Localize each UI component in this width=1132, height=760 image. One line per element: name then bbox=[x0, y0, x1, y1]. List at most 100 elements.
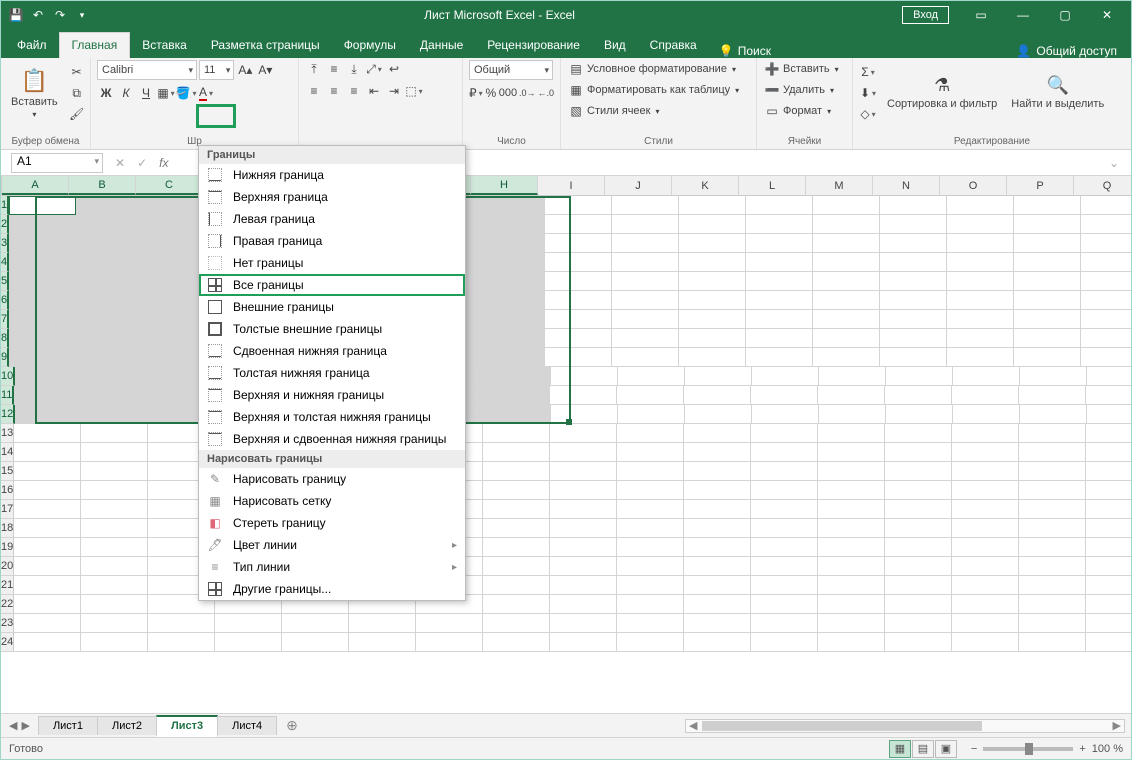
cell[interactable] bbox=[1019, 424, 1086, 443]
cell[interactable] bbox=[550, 462, 617, 481]
row-header[interactable]: 9 bbox=[1, 348, 9, 367]
align-left-icon[interactable]: ≡ bbox=[305, 82, 323, 100]
col-header[interactable]: A bbox=[2, 176, 69, 195]
cell[interactable] bbox=[952, 576, 1019, 595]
cell[interactable] bbox=[885, 500, 952, 519]
tab-insert[interactable]: Вставка bbox=[130, 33, 199, 58]
cell[interactable] bbox=[751, 633, 818, 652]
cell[interactable] bbox=[746, 196, 813, 215]
cut-icon[interactable]: ✂ bbox=[68, 63, 86, 81]
cell[interactable] bbox=[1086, 481, 1131, 500]
cell[interactable] bbox=[9, 348, 76, 367]
cell[interactable] bbox=[1086, 538, 1131, 557]
cell[interactable] bbox=[1086, 633, 1131, 652]
cell[interactable] bbox=[612, 291, 679, 310]
cell[interactable] bbox=[81, 519, 148, 538]
cell[interactable] bbox=[483, 595, 550, 614]
qat-more-icon[interactable]: ▾ bbox=[73, 6, 91, 24]
cell[interactable] bbox=[947, 329, 1014, 348]
cell[interactable] bbox=[14, 614, 81, 633]
align-middle-icon[interactable]: ≡ bbox=[325, 60, 343, 78]
cell[interactable] bbox=[880, 329, 947, 348]
cell[interactable] bbox=[1014, 310, 1081, 329]
dec-decimal-icon[interactable]: ←.0 bbox=[537, 84, 554, 102]
row-header[interactable]: 18 bbox=[1, 519, 14, 538]
cell[interactable] bbox=[818, 614, 885, 633]
cell[interactable] bbox=[818, 443, 885, 462]
cell[interactable] bbox=[617, 538, 684, 557]
cell[interactable] bbox=[14, 443, 81, 462]
cell[interactable] bbox=[551, 405, 618, 424]
mi-thick-outside[interactable]: Толстые внешние границы bbox=[199, 318, 465, 340]
cell[interactable] bbox=[550, 557, 617, 576]
cell[interactable] bbox=[148, 633, 215, 652]
row-header[interactable]: 10 bbox=[1, 367, 15, 386]
cell[interactable] bbox=[684, 633, 751, 652]
cell[interactable] bbox=[14, 538, 81, 557]
cell[interactable] bbox=[746, 329, 813, 348]
cell[interactable] bbox=[1014, 272, 1081, 291]
cell[interactable] bbox=[679, 291, 746, 310]
cell[interactable] bbox=[1019, 443, 1086, 462]
row-header[interactable]: 5 bbox=[1, 272, 9, 291]
cell[interactable] bbox=[813, 253, 880, 272]
cell[interactable] bbox=[81, 614, 148, 633]
cell[interactable] bbox=[818, 633, 885, 652]
cell[interactable] bbox=[1086, 386, 1131, 405]
row-header[interactable]: 15 bbox=[1, 462, 14, 481]
row-header[interactable]: 3 bbox=[1, 234, 9, 253]
mi-thick-bottom[interactable]: Толстая нижняя граница bbox=[199, 362, 465, 384]
cell[interactable] bbox=[751, 500, 818, 519]
cell[interactable] bbox=[550, 633, 617, 652]
cell[interactable] bbox=[81, 500, 148, 519]
cell[interactable] bbox=[14, 557, 81, 576]
cell[interactable] bbox=[478, 348, 545, 367]
cell[interactable] bbox=[81, 633, 148, 652]
increase-font-icon[interactable]: A▴ bbox=[236, 61, 254, 79]
mi-top-double-bottom[interactable]: Верхняя и сдвоенная нижняя границы bbox=[199, 428, 465, 450]
cell[interactable] bbox=[618, 367, 685, 386]
cell[interactable] bbox=[952, 557, 1019, 576]
cell[interactable] bbox=[751, 538, 818, 557]
cell[interactable] bbox=[617, 557, 684, 576]
cell[interactable] bbox=[612, 272, 679, 291]
align-right-icon[interactable]: ≡ bbox=[345, 82, 363, 100]
autosum-icon[interactable]: Σ bbox=[859, 63, 877, 81]
cell[interactable] bbox=[483, 614, 550, 633]
cell[interactable] bbox=[550, 443, 617, 462]
cell[interactable] bbox=[9, 310, 76, 329]
cell[interactable] bbox=[746, 310, 813, 329]
cell[interactable] bbox=[885, 614, 952, 633]
cell[interactable] bbox=[886, 367, 953, 386]
row-header[interactable]: 17 bbox=[1, 500, 14, 519]
cell[interactable] bbox=[1019, 481, 1086, 500]
comma-icon[interactable]: 000 bbox=[499, 84, 517, 102]
accounting-icon[interactable]: ₽ bbox=[469, 84, 483, 102]
cell[interactable] bbox=[952, 595, 1019, 614]
conditional-formatting-button[interactable]: ▤Условное форматирование▾ bbox=[567, 60, 750, 78]
cell[interactable] bbox=[818, 386, 885, 405]
cell[interactable] bbox=[545, 234, 612, 253]
cell[interactable] bbox=[82, 405, 149, 424]
cell[interactable] bbox=[1081, 196, 1131, 215]
cell[interactable] bbox=[684, 462, 751, 481]
insert-cells-button[interactable]: ➕Вставить▾ bbox=[763, 60, 846, 78]
tell-me-search[interactable]: 💡Поиск bbox=[709, 44, 781, 58]
cell[interactable] bbox=[880, 234, 947, 253]
cell[interactable] bbox=[746, 215, 813, 234]
row-header[interactable]: 14 bbox=[1, 443, 14, 462]
redo-icon[interactable]: ↷ bbox=[51, 6, 69, 24]
cell[interactable] bbox=[9, 291, 76, 310]
cell[interactable] bbox=[684, 557, 751, 576]
cell[interactable] bbox=[14, 424, 81, 443]
cell[interactable] bbox=[478, 310, 545, 329]
bold-icon[interactable]: Ж bbox=[97, 84, 115, 102]
tab-help[interactable]: Справка bbox=[638, 33, 709, 58]
minimize-icon[interactable]: — bbox=[1003, 1, 1043, 29]
mi-double-bottom[interactable]: Сдвоенная нижняя граница bbox=[199, 340, 465, 362]
row-header[interactable]: 11 bbox=[1, 386, 14, 405]
cell[interactable] bbox=[14, 633, 81, 652]
cell[interactable] bbox=[684, 386, 751, 405]
cell[interactable] bbox=[679, 234, 746, 253]
cell[interactable] bbox=[880, 196, 947, 215]
